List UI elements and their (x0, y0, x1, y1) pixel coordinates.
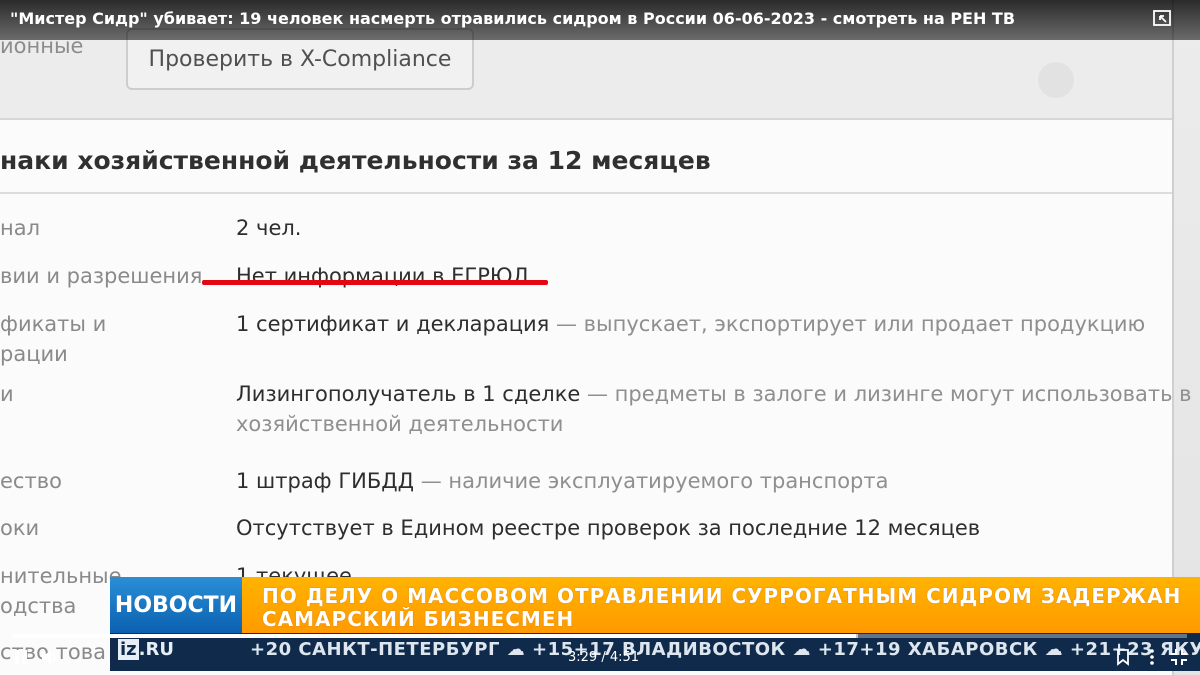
row-label: вии и разрешения (0, 264, 203, 288)
section-divider (0, 192, 1172, 194)
row-value: 1 сертификат и декларация — выпускает, э… (236, 312, 1146, 336)
time-display: 3:29 / 4:51 (568, 650, 640, 665)
row-label: оки (0, 516, 40, 540)
player-controls: 3:29 / 4:51 (0, 630, 1200, 675)
row-label: нал (0, 216, 41, 240)
row-value: Лизингополучатель в 1 сделке — предметы … (236, 382, 1192, 406)
row-value: 2 чел. (236, 216, 302, 240)
volume-icon[interactable] (40, 648, 58, 666)
faded-icon (1038, 62, 1074, 98)
news-headline-line1: ПО ДЕЛУ О МАССОВОМ ОТРАВЛЕНИИ СУРРОГАТНЫ… (262, 584, 1182, 608)
row-value: 1 штраф ГИБДД — наличие эксплуатируемого… (236, 469, 889, 493)
progress-played (12, 634, 856, 638)
bookmark-icon[interactable] (1114, 648, 1132, 666)
row-label-continuation: рации (0, 342, 68, 366)
row-label-continuation: одства (0, 594, 77, 618)
video-frame: ионные Проверить в X-Compliance наки хоз… (0, 0, 1200, 675)
red-highlight-underline (202, 280, 548, 285)
section-title: наки хозяйственной деятельности за 12 ме… (0, 146, 711, 175)
title-bar: "Мистер Сидр" убивает: 19 человек насмер… (0, 0, 1200, 40)
row-value: Отсутствует в Едином реестре проверок за… (236, 516, 981, 540)
video-player[interactable]: ионные Проверить в X-Compliance наки хоз… (0, 0, 1200, 675)
row-label: фикаты и (0, 312, 107, 336)
pip-icon[interactable] (1152, 8, 1172, 28)
fullscreen-exit-icon[interactable] (1170, 648, 1188, 666)
news-label: НОВОСТИ (110, 577, 242, 633)
row-value-continuation: хозяйственной деятельности (236, 412, 564, 436)
row-label: и (0, 382, 14, 406)
news-headline-line2: САМАРСКИЙ БИЗНЕСМЕН (262, 607, 575, 631)
row-label: нительные (0, 564, 122, 588)
row-label: ество (0, 469, 62, 493)
filmed-document: ионные Проверить в X-Compliance наки хоз… (0, 0, 1192, 675)
more-icon[interactable] (1143, 648, 1161, 666)
pause-icon[interactable] (12, 648, 30, 666)
video-title: "Мистер Сидр" убивает: 19 человек насмер… (10, 9, 1016, 28)
news-chyron: НОВОСТИ ПО ДЕЛУ О МАССОВОМ ОТРАВЛЕНИИ СУ… (110, 577, 1200, 633)
